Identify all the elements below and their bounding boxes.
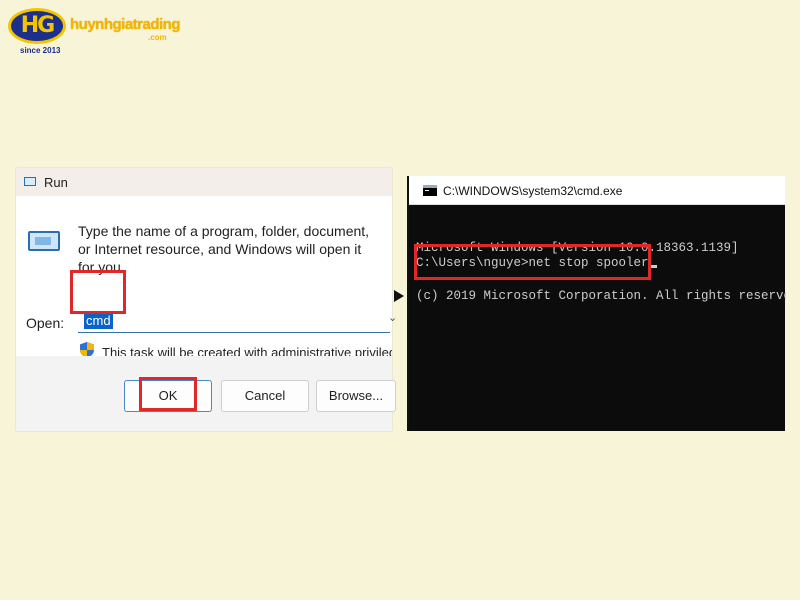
logo-dotcom: .com xyxy=(148,33,167,42)
run-app-icon xyxy=(28,231,60,251)
cmd-window: C:\WINDOWS\system32\cmd.exe Microsoft Wi… xyxy=(409,176,786,431)
highlight-command-line xyxy=(414,244,651,280)
logo-name: huynhgiatrading xyxy=(70,16,181,33)
highlight-ok-button xyxy=(139,377,197,411)
highlight-open-input xyxy=(70,270,126,314)
open-label: Open: xyxy=(26,315,65,331)
cmd-output-line: (c) 2019 Microsoft Corporation. All righ… xyxy=(416,289,786,303)
chevron-down-icon[interactable]: ⌄ xyxy=(388,311,397,324)
terminal-icon xyxy=(423,185,437,196)
browse-button[interactable]: Browse... xyxy=(316,380,396,412)
cmd-title-bar: C:\WINDOWS\system32\cmd.exe xyxy=(409,176,785,205)
logo-since: since 2013 xyxy=(20,46,61,55)
run-title: Run xyxy=(44,175,68,190)
cmd-title: C:\WINDOWS\system32\cmd.exe xyxy=(443,184,623,198)
brand-logo: HG huynhgiatrading .com since 2013 xyxy=(8,6,181,56)
run-window-icon xyxy=(24,177,36,186)
run-title-bar: Run xyxy=(16,168,392,196)
cancel-button[interactable]: Cancel xyxy=(221,380,309,412)
run-description: Type the name of a program, folder, docu… xyxy=(78,223,370,275)
run-footer: OK Cancel Browse... xyxy=(16,356,396,431)
arrow-right-icon xyxy=(394,290,404,302)
logo-mark-icon: HG xyxy=(8,8,66,44)
open-input-value[interactable]: cmd xyxy=(84,312,113,329)
